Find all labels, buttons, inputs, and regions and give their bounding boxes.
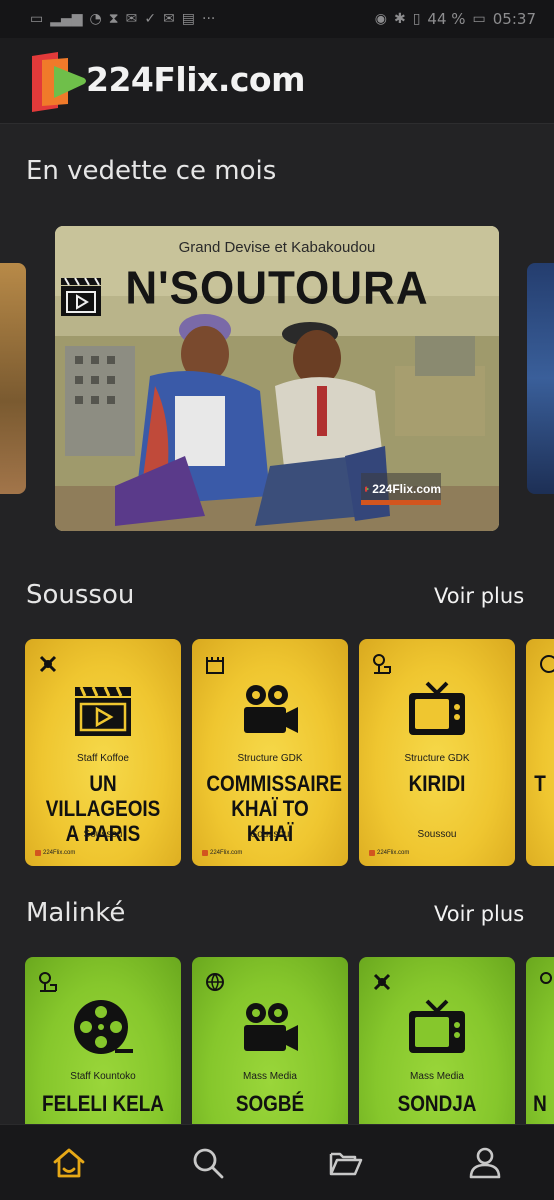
globe-icon xyxy=(206,973,224,992)
poster-title: SOGBÉ xyxy=(235,1091,305,1116)
more-icon: ··· xyxy=(202,11,216,27)
poster-brand-text: 224Flix.com xyxy=(377,850,410,856)
nav-library-button[interactable] xyxy=(316,1133,376,1193)
malinke-see-more-link[interactable]: Voir plus xyxy=(434,902,524,926)
poster-card[interactable]: Structure GDK KIRIDI Soussou 224Flix.com xyxy=(359,639,515,866)
search-icon xyxy=(193,1148,224,1178)
poster-studio: Mass Media xyxy=(243,1071,297,1082)
poster-brand: 224Flix.com xyxy=(369,850,409,856)
status-bar: ▭ ▂▄▆ ◔ ⧗ ✉ ✓ ✉ ▤ ··· ◉ ✱ ▯ 44 % ▭ 05:37 xyxy=(0,0,554,38)
poster-title: T xyxy=(534,771,546,796)
poster-title: SONDJA xyxy=(397,1091,477,1116)
tools-icon xyxy=(39,655,57,673)
malinke-section-title: Malinké xyxy=(26,898,126,928)
clock: 05:37 xyxy=(492,10,536,28)
watermark-bar xyxy=(361,500,441,505)
watermark-logo-icon xyxy=(365,486,370,492)
poster-language: Soussou xyxy=(417,829,457,840)
vibrate-icon: ▯ xyxy=(412,11,421,27)
wifi-icon: ◔ xyxy=(89,11,102,27)
brand-mark-icon xyxy=(35,850,41,856)
status-icons-left: ▭ ▂▄▆ ◔ ⧗ ✉ ✓ ✉ ▤ ··· xyxy=(30,11,215,27)
app-logo-icon[interactable] xyxy=(28,48,88,114)
soussou-see-more-link[interactable]: Voir plus xyxy=(434,584,524,608)
featured-card-title: N'SOUTOURA xyxy=(125,262,429,315)
featured-card-subtitle: Grand Devise et Kabakoudou xyxy=(178,239,376,256)
featured-card-next[interactable] xyxy=(527,263,554,494)
movie-camera-icon xyxy=(244,685,298,733)
featured-card-watermark-text: 224Flix.com xyxy=(372,482,441,496)
poster-studio: Mass Media xyxy=(410,1071,464,1082)
tv-icon xyxy=(409,681,465,735)
movie-camera-icon xyxy=(244,1003,298,1051)
clapperboard-icon xyxy=(75,686,131,736)
nav-profile-button[interactable] xyxy=(455,1133,515,1193)
app-screen: ▭ ▂▄▆ ◔ ⧗ ✉ ✓ ✉ ▤ ··· ◉ ✱ ▯ 44 % ▭ 05:37… xyxy=(0,0,554,1200)
park-icon xyxy=(540,972,552,984)
hourglass-icon: ⧗ xyxy=(108,11,119,27)
poster-studio: Structure GDK xyxy=(404,753,470,764)
poster-studio: Structure GDK xyxy=(237,753,303,764)
app-logo-text[interactable]: 224Flix.com xyxy=(86,60,306,99)
poster-card[interactable]: T xyxy=(526,639,554,866)
poster-brand-text: 224Flix.com xyxy=(210,850,243,856)
nav-home-button[interactable] xyxy=(39,1133,99,1193)
status-icons-right: ◉ ✱ ▯ 44 % ▭ 05:37 xyxy=(375,10,536,28)
poster-brand: 224Flix.com xyxy=(35,850,75,856)
park-icon xyxy=(39,972,57,992)
globe-icon xyxy=(540,655,554,673)
mail-icon-2: ✉ xyxy=(163,11,175,27)
poster-language: Soussou xyxy=(250,829,290,840)
poster-brand-text: 224Flix.com xyxy=(43,850,76,856)
brand-mark-icon xyxy=(202,850,208,856)
featured-card[interactable]: Grand Devise et Kabakoudou N'SOUTOURA 22… xyxy=(55,226,499,531)
poster-title: KIRIDI xyxy=(408,771,466,796)
poster-studio: Staff Kountoko xyxy=(70,1071,136,1082)
signal-icon: ▂▄▆ xyxy=(50,11,83,27)
eye-icon: ◉ xyxy=(374,11,387,27)
poster-studio: Staff Koffoe xyxy=(77,753,129,764)
soussou-section-title: Soussou xyxy=(26,580,135,610)
sim-icon: ▤ xyxy=(181,11,196,27)
film-reel-icon xyxy=(74,1000,133,1054)
poster-brand: 224Flix.com xyxy=(202,850,242,856)
battery-icon: ▭ xyxy=(472,11,486,27)
clapperboard-icon xyxy=(61,277,101,316)
poster-title: FELELI KELA xyxy=(42,1091,164,1116)
park-icon xyxy=(373,654,391,674)
poster-title: N xyxy=(533,1091,547,1116)
battery-percent: 44 % xyxy=(427,10,466,28)
poster-card[interactable]: Staff Koffoe UN VILLAGEOIS A PARIS Souss… xyxy=(25,639,181,866)
nav-search-button[interactable] xyxy=(178,1133,238,1193)
folder-icon xyxy=(330,1152,363,1175)
featured-section-title: En vedette ce mois xyxy=(26,156,277,186)
app-header: 224Flix.com xyxy=(0,38,554,124)
home-icon xyxy=(53,1148,85,1177)
mail-icon: ✉ xyxy=(125,11,138,27)
featured-card-watermark: 224Flix.com xyxy=(361,473,441,505)
user-icon xyxy=(469,1147,501,1178)
bluetooth-icon: ✱ xyxy=(393,11,406,27)
castle-icon xyxy=(206,657,224,674)
tv-icon xyxy=(409,999,465,1053)
bottom-navigation xyxy=(0,1124,554,1200)
featured-card-previous[interactable] xyxy=(0,263,26,494)
poster-card[interactable]: Structure GDK COMMISSAIRE KHAÏ TO KHAÏ S… xyxy=(192,639,348,866)
wifi-calling-icon: ▭ xyxy=(30,11,44,27)
brand-mark-icon xyxy=(369,850,375,856)
poster-language: Soussou xyxy=(83,829,123,840)
check-icon: ✓ xyxy=(144,11,157,27)
tools-icon xyxy=(373,973,391,991)
